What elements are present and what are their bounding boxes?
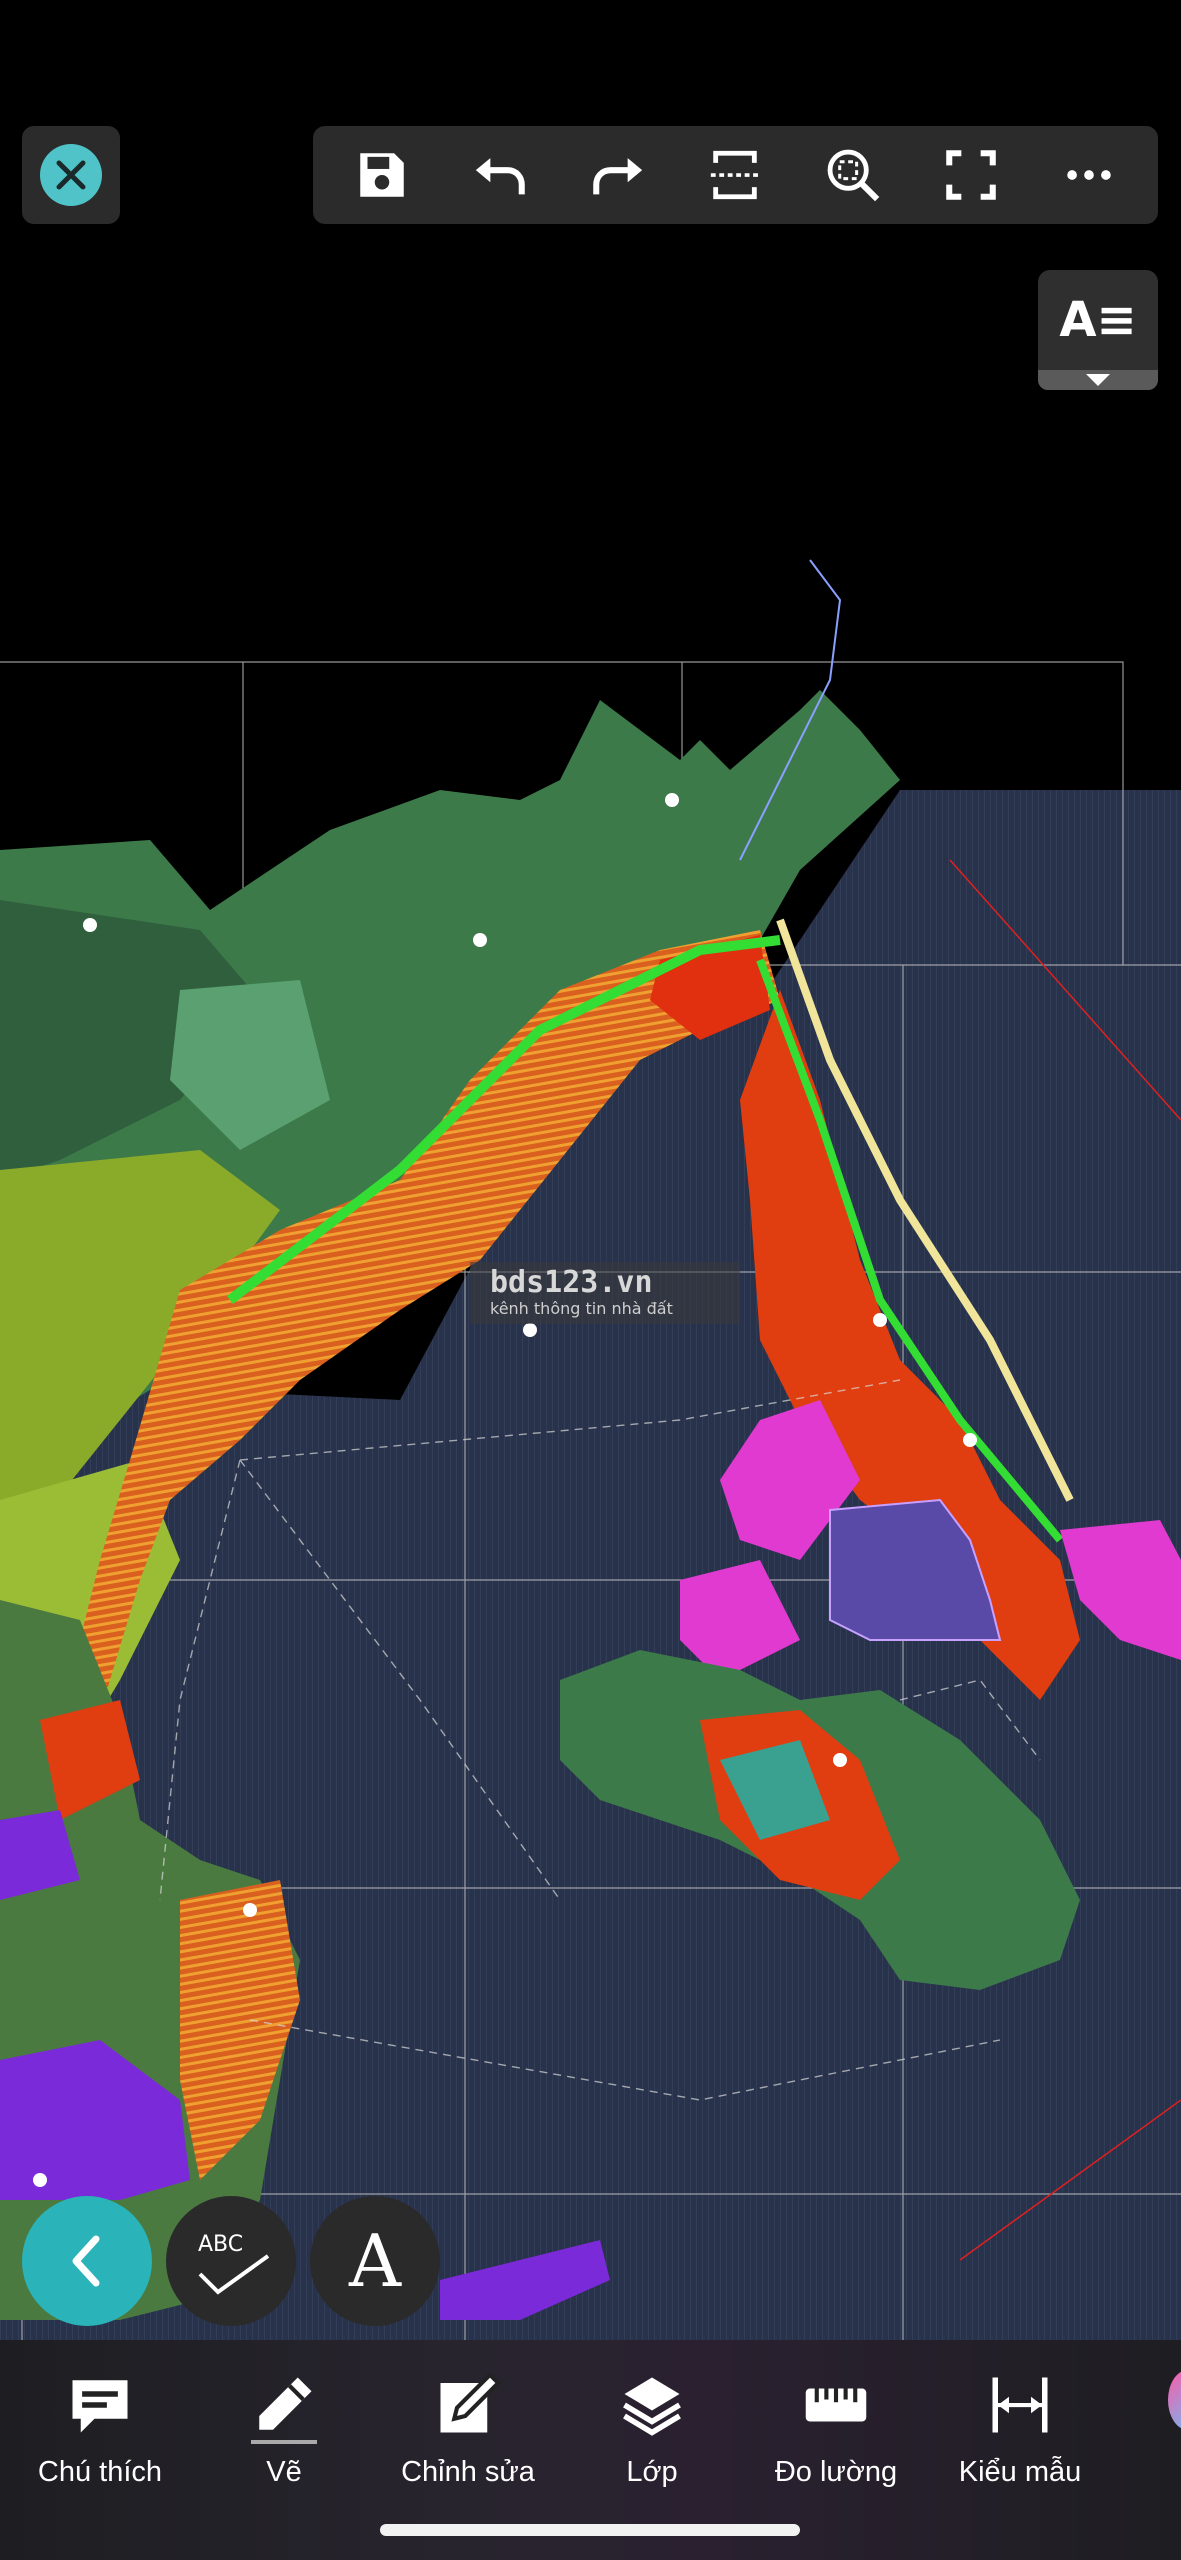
- chevron-left-icon: [72, 2235, 100, 2287]
- ruler-icon: [805, 2388, 867, 2422]
- nav-edit-label: Chỉnh sửa: [401, 2456, 535, 2488]
- nav-style[interactable]: Kiểu mẫu: [940, 2372, 1100, 2489]
- nav-measure-label: Đo lường: [774, 2456, 898, 2488]
- spellcheck-button[interactable]: ABC: [166, 2196, 296, 2326]
- watermark-title: bds123.vn: [490, 1265, 653, 1300]
- save-button[interactable]: [337, 130, 427, 220]
- close-button[interactable]: [22, 126, 120, 224]
- redo-button[interactable]: [573, 130, 663, 220]
- home-indicator[interactable]: [380, 2524, 800, 2536]
- text-tool-label: A: [349, 2219, 401, 2303]
- pencil-icon: [259, 2377, 312, 2430]
- nav-edit[interactable]: Chỉnh sửa: [388, 2372, 548, 2489]
- zoom-region-icon: [827, 149, 880, 202]
- nav-style-label: Kiểu mẫu: [958, 2456, 1082, 2488]
- nav-layers-label: Lớp: [626, 2456, 678, 2488]
- check-icon: [198, 2254, 270, 2295]
- undo-icon: [475, 158, 525, 195]
- layers-icon: [623, 2377, 681, 2436]
- save-icon: [360, 153, 404, 197]
- text-tool-button[interactable]: A: [310, 2196, 440, 2326]
- comment-icon: [72, 2380, 128, 2433]
- nav-layers[interactable]: Lớp: [572, 2372, 732, 2489]
- nav-measure[interactable]: Đo lường: [756, 2372, 916, 2489]
- more-button[interactable]: [1044, 130, 1134, 220]
- redo-icon: [592, 158, 642, 195]
- zoom-region-button[interactable]: [808, 130, 898, 220]
- text-layers-button[interactable]: A≡: [1038, 270, 1158, 390]
- fit-width-icon: [711, 150, 760, 200]
- fit-width-button[interactable]: [690, 130, 780, 220]
- top-toolbar: [313, 126, 1158, 224]
- more-icon: [1067, 170, 1111, 180]
- draw-underline: [251, 2440, 317, 2444]
- watermark-subtitle: kênh thông tin nhà đất: [490, 1299, 673, 1318]
- cad-drawing-canvas[interactable]: bds123.vn kênh thông tin nhà đất: [0, 540, 1181, 2340]
- fullscreen-button[interactable]: [926, 130, 1016, 220]
- nav-draw[interactable]: Vẽ: [204, 2372, 364, 2489]
- close-icon: [40, 144, 102, 206]
- fullscreen-icon: [946, 150, 996, 200]
- dimension-icon: [992, 2377, 1048, 2433]
- chevron-down-icon: [1086, 374, 1110, 386]
- text-layers-label: A≡: [1059, 292, 1137, 348]
- edit-icon: [440, 2372, 501, 2433]
- undo-button[interactable]: [455, 130, 545, 220]
- nav-annotation[interactable]: Chú thích: [20, 2372, 180, 2489]
- nav-annotation-label: Chú thích: [37, 2456, 163, 2488]
- back-button[interactable]: [22, 2196, 152, 2326]
- nav-draw-label: Vẽ: [266, 2456, 302, 2488]
